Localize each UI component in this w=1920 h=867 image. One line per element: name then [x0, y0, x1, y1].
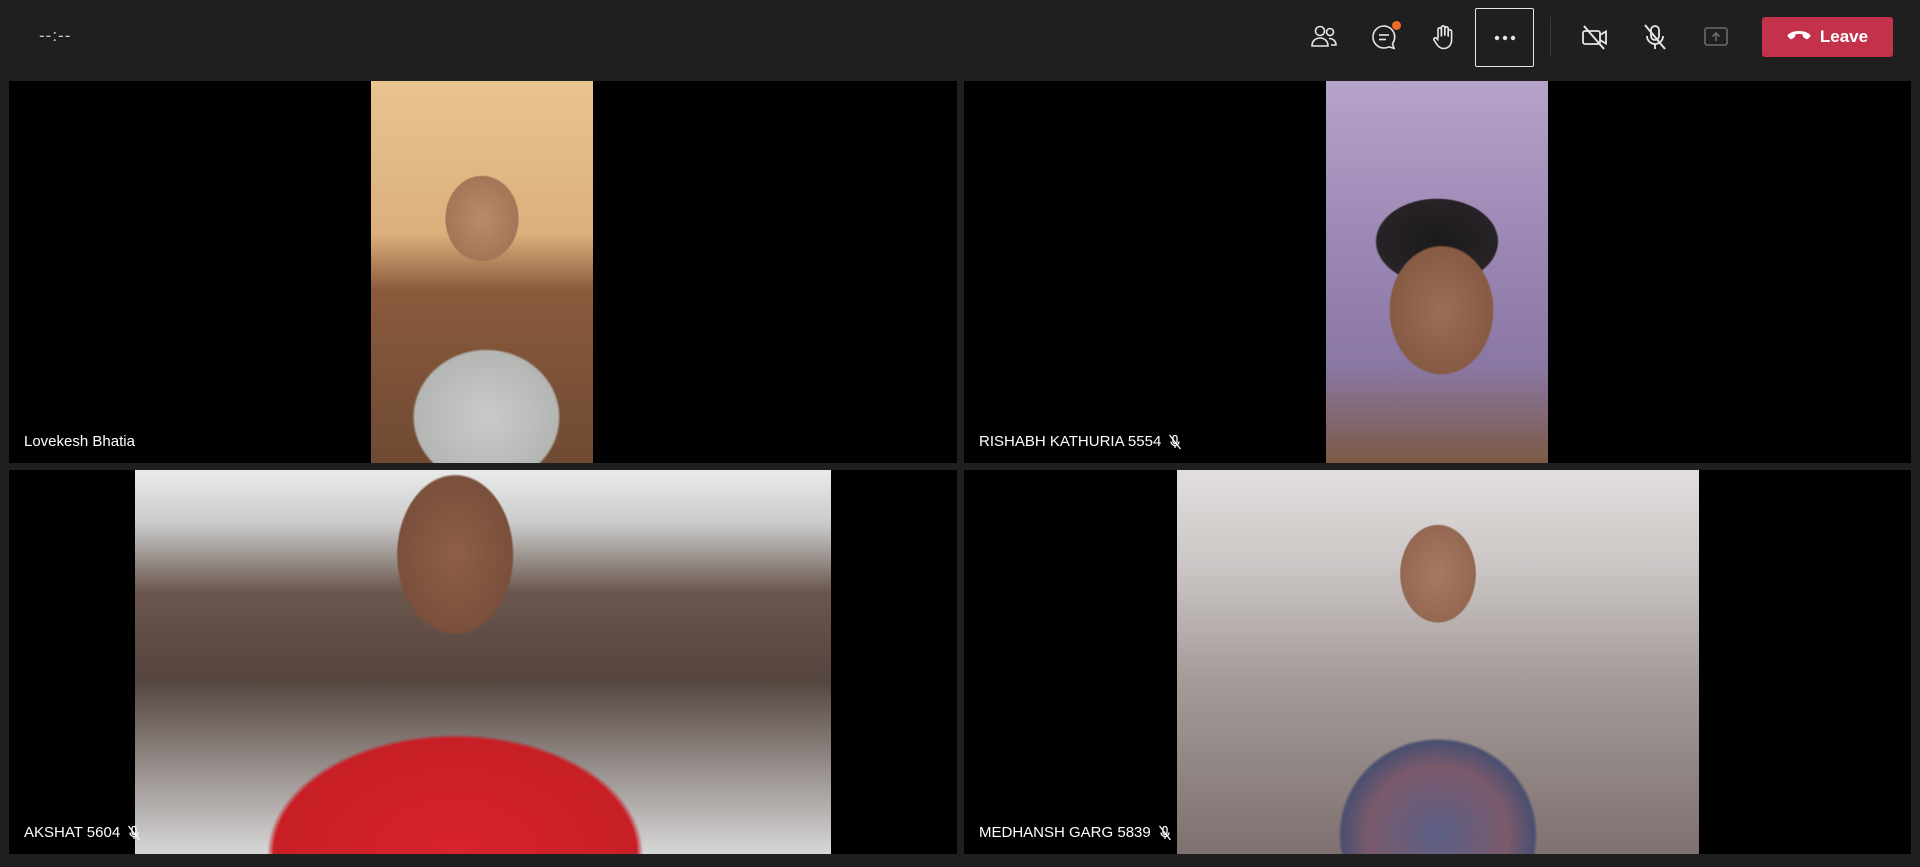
meeting-toolbar: --:-- Leave — [0, 0, 1920, 74]
participant-nameplate: MEDHANSH GARG 5839 — [979, 824, 1172, 841]
mic-muted-icon — [1168, 434, 1182, 450]
participant-tile[interactable]: AKSHAT 5604 — [9, 470, 957, 854]
more-actions-button[interactable] — [1475, 8, 1534, 67]
participant-name: Lovekesh Bhatia — [24, 433, 135, 450]
raise-hand-icon — [1430, 23, 1458, 51]
hang-up-icon — [1787, 27, 1811, 47]
participant-nameplate: RISHABH KATHURIA 5554 — [979, 433, 1182, 450]
participant-name: AKSHAT 5604 — [24, 824, 121, 841]
toolbar-divider — [1550, 17, 1551, 57]
participant-tile[interactable]: Lovekesh Bhatia — [9, 81, 957, 463]
share-button[interactable] — [1691, 12, 1741, 62]
share-icon — [1703, 26, 1729, 48]
chat-button[interactable] — [1359, 12, 1409, 62]
participant-name: RISHABH KATHURIA 5554 — [979, 433, 1162, 450]
camera-toggle-button[interactable] — [1570, 12, 1620, 62]
raise-hand-button[interactable] — [1419, 12, 1469, 62]
participant-video — [1326, 81, 1548, 463]
camera-off-icon — [1580, 24, 1610, 50]
mic-muted-icon — [1158, 825, 1172, 841]
more-icon — [1494, 35, 1516, 41]
video-grid: Lovekesh Bhatia RISHABH KATHURIA 5554 AK… — [9, 81, 1911, 854]
participant-video — [135, 470, 831, 854]
participant-name: MEDHANSH GARG 5839 — [979, 824, 1151, 841]
leave-label: Leave — [1819, 27, 1869, 46]
participant-video — [371, 81, 593, 463]
mic-muted-icon — [127, 825, 141, 841]
participants-button[interactable] — [1299, 12, 1349, 62]
mic-off-icon — [1642, 23, 1668, 51]
call-timer: --:-- — [39, 26, 72, 45]
leave-button[interactable]: Leave — [1762, 17, 1893, 57]
participant-nameplate: AKSHAT 5604 — [24, 824, 141, 841]
unread-badge — [1392, 21, 1401, 30]
participant-video — [1177, 470, 1699, 854]
participant-tile[interactable]: RISHABH KATHURIA 5554 — [964, 81, 1911, 463]
mic-toggle-button[interactable] — [1630, 12, 1680, 62]
people-icon — [1310, 24, 1338, 50]
participant-tile[interactable]: MEDHANSH GARG 5839 — [964, 470, 1911, 854]
participant-nameplate: Lovekesh Bhatia — [24, 433, 135, 450]
